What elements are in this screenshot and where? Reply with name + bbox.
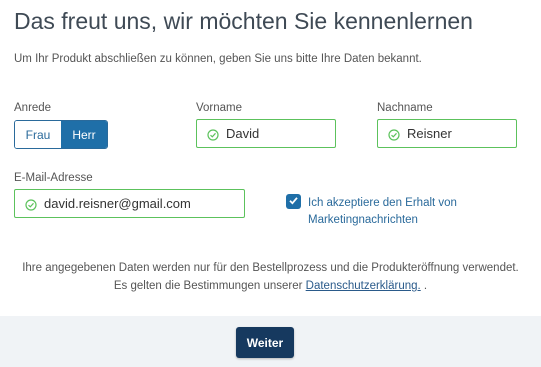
- disclaimer-line-2: Es gelten die Bestimmungen unserer Daten…: [0, 280, 541, 292]
- anrede-option-frau[interactable]: Frau: [15, 121, 61, 148]
- checkmark-icon: [288, 193, 299, 211]
- anrede-label: Anrede: [14, 102, 52, 114]
- next-button[interactable]: Weiter: [236, 327, 294, 358]
- vorname-value: David: [226, 126, 260, 141]
- check-circle-icon: [25, 198, 37, 211]
- disclaimer-prefix: Es gelten die Bestimmungen unserer: [113, 280, 303, 292]
- page-title: Das freut uns, wir möchten Sie kennenler…: [14, 8, 473, 34]
- anrede-toggle: Frau Herr: [14, 120, 108, 149]
- disclaimer-suffix: .: [423, 280, 428, 292]
- check-circle-icon: [207, 128, 219, 141]
- anrede-option-herr[interactable]: Herr: [61, 121, 107, 148]
- privacy-policy-link[interactable]: Datenschutzerklärung.: [306, 280, 421, 292]
- marketing-checkbox-label[interactable]: Ich akzeptiere den Erhalt von Marketingn…: [308, 195, 508, 229]
- nachname-value: Reisner: [407, 126, 452, 141]
- intro-text: Um Ihr Produkt abschließen zu können, ge…: [14, 53, 422, 65]
- email-label: E-Mail-Adresse: [14, 172, 93, 184]
- vorname-label: Vorname: [196, 102, 243, 114]
- nachname-field[interactable]: Reisner: [377, 119, 517, 148]
- check-circle-icon: [388, 128, 400, 141]
- marketing-checkbox[interactable]: [286, 194, 301, 209]
- email-field[interactable]: david.reisner@gmail.com: [14, 189, 245, 218]
- nachname-label: Nachname: [377, 102, 433, 114]
- email-value: david.reisner@gmail.com: [44, 196, 191, 211]
- vorname-field[interactable]: David: [196, 119, 336, 148]
- disclaimer-line-1: Ihre angegebenen Daten werden nur für de…: [22, 262, 519, 274]
